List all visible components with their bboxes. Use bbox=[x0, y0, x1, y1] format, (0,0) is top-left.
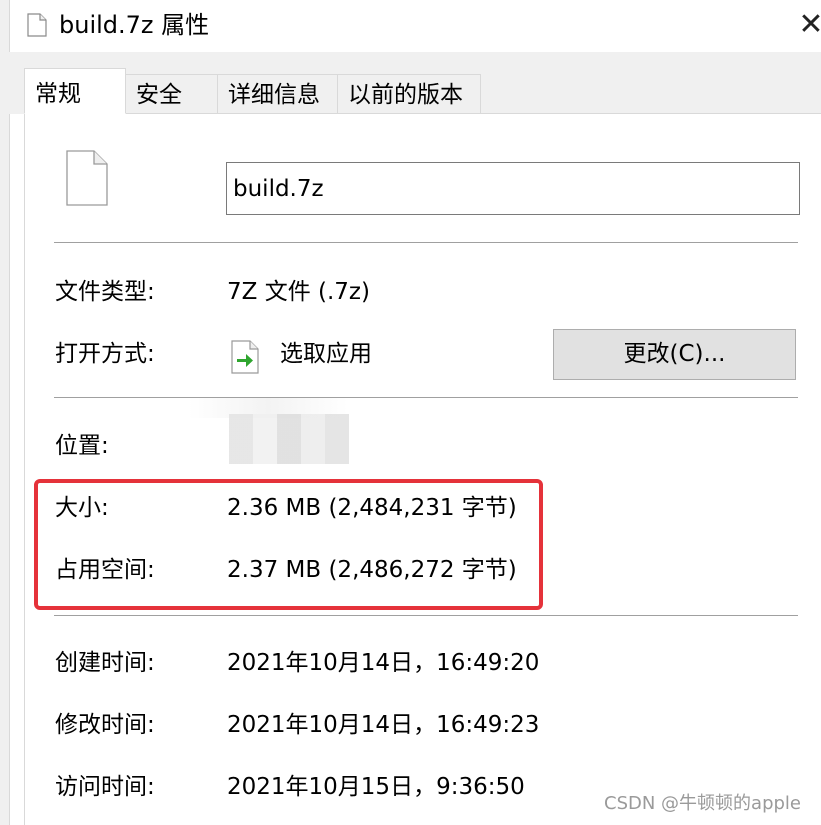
file-icon-small bbox=[27, 13, 47, 37]
watermark: CSDN @牛顿顿的apple bbox=[604, 793, 801, 814]
tab-security[interactable]: 安全 bbox=[125, 74, 218, 113]
file-name-input[interactable] bbox=[226, 162, 800, 215]
modified-label: 修改时间: bbox=[55, 712, 155, 738]
tab-general[interactable]: 常规 bbox=[24, 68, 126, 114]
window-title: build.7z 属性 bbox=[59, 11, 210, 39]
modified-value: 2021年10月14日，16:49:23 bbox=[227, 712, 540, 738]
file-type-value: 7Z 文件 (.7z) bbox=[227, 279, 370, 305]
file-type-label: 文件类型: bbox=[55, 279, 155, 305]
background-window-edge bbox=[0, 0, 10, 825]
change-button[interactable]: 更改(C)... bbox=[553, 329, 796, 380]
created-value: 2021年10月14日，16:49:20 bbox=[227, 650, 540, 676]
close-icon[interactable]: ✕ bbox=[796, 8, 821, 42]
accessed-value: 2021年10月15日，9:36:50 bbox=[227, 774, 525, 800]
file-icon bbox=[66, 150, 108, 206]
open-with-value: 选取应用 bbox=[280, 341, 372, 367]
separator bbox=[54, 397, 798, 398]
separator bbox=[54, 615, 798, 616]
open-with-app-icon bbox=[231, 340, 259, 374]
location-value-redacted bbox=[229, 414, 349, 464]
separator bbox=[54, 242, 798, 243]
created-label: 创建时间: bbox=[55, 650, 155, 676]
tab-panel-border bbox=[24, 113, 25, 825]
accessed-label: 访问时间: bbox=[55, 774, 155, 800]
tab-details[interactable]: 详细信息 bbox=[217, 74, 338, 113]
tab-previous-versions[interactable]: 以前的版本 bbox=[337, 74, 481, 113]
annotation-highlight-box bbox=[34, 479, 543, 610]
open-with-label: 打开方式: bbox=[55, 341, 155, 367]
location-label: 位置: bbox=[55, 433, 109, 459]
